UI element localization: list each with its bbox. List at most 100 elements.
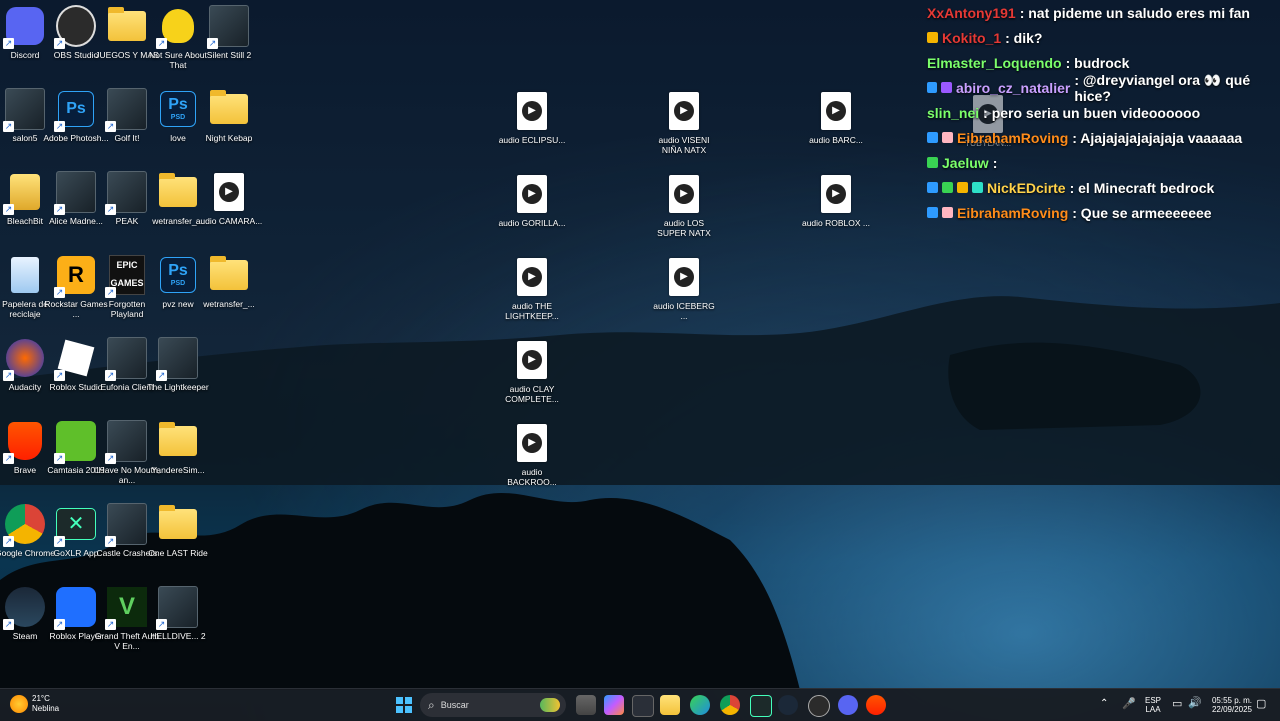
- chat-message: Kokito_1: dik?: [922, 25, 1280, 50]
- game-icon: ↗: [156, 586, 198, 630]
- audio-icon: ▶: [664, 91, 704, 131]
- region-code: LAA: [1145, 705, 1161, 714]
- clock[interactable]: 05:55 p. m. 22/09/2025: [1208, 696, 1252, 714]
- desktop-icon[interactable]: wetransfer_...: [193, 251, 265, 331]
- chat-badge-icon: [927, 82, 938, 93]
- chat-badge-icon: [927, 157, 938, 168]
- audio-file-label: audio ECLIPSU...: [498, 135, 566, 145]
- desktop-icon[interactable]: One LAST Ride: [142, 500, 214, 580]
- search-icon: ⌕: [428, 697, 435, 712]
- folder-icon: [107, 6, 147, 46]
- goxlr-icon: ✕ ↗: [54, 504, 96, 547]
- shortcut-arrow-icon: ↗: [3, 121, 14, 132]
- chat-badge-icon: [927, 32, 938, 43]
- store-icon[interactable]: [632, 695, 654, 717]
- recycle-bin-icon: [5, 255, 45, 295]
- shortcut-arrow-icon: ↗: [105, 619, 116, 630]
- shortcut-arrow-icon: ↗: [156, 370, 167, 381]
- start-button[interactable]: [396, 697, 412, 713]
- shortcut-arrow-icon: ↗: [3, 38, 14, 49]
- weather-temp: 21°C: [32, 694, 50, 703]
- audio-file-label: audio BARC...: [809, 135, 863, 145]
- desktop-icon-label: One LAST Ride: [148, 548, 208, 558]
- shortcut-arrow-icon: ↗: [105, 453, 116, 464]
- audio-icon: ▶: [512, 340, 552, 380]
- chat-message: XxAntony191: nat pideme un saludo eres m…: [922, 0, 1280, 25]
- chat-badge-icon: [927, 207, 938, 218]
- desktop-icon[interactable]: ↗ The Lightkeeper: [142, 334, 214, 414]
- chevron-up-icon[interactable]: ⌃: [1100, 698, 1108, 709]
- audio-file-icon[interactable]: ▶ audio BARC...: [800, 87, 872, 167]
- desktop-icon-label: The Lightkeeper: [147, 382, 209, 392]
- gta-icon: V ↗: [105, 587, 147, 630]
- desktop-icon[interactable]: YandereSim...: [142, 417, 214, 497]
- chat-badge-icon: [927, 182, 938, 193]
- file-explorer-icon[interactable]: [660, 695, 680, 715]
- weather-widget[interactable]: 21°C Neblina: [10, 694, 59, 714]
- network-icon[interactable]: ▭: [1172, 697, 1182, 710]
- notifications-icon[interactable]: ▢: [1256, 697, 1266, 710]
- chat-text: : @dreyviangel ora 👀 qué hice?: [1074, 71, 1251, 104]
- audio-file-icon[interactable]: ▶ audio BACKROO...: [496, 419, 568, 499]
- audio-file-icon[interactable]: ▶ audio VISENI NIÑA NATX: [648, 87, 720, 167]
- shortcut-arrow-icon: ↗: [3, 453, 14, 464]
- chat-message: NickEDcirte: el Minecraft bedrock: [922, 175, 1280, 200]
- steam-taskbar-icon[interactable]: [778, 695, 798, 715]
- audio-file-label: audio VISENI NIÑA NATX: [658, 135, 710, 156]
- desktop-icon[interactable]: ▶ audio CAMARA...: [193, 168, 265, 248]
- psd-icon: Ps PSD: [158, 89, 198, 129]
- discord-icon: ↗: [3, 6, 45, 49]
- desktop-icon[interactable]: ↗ Silent Still 2: [193, 2, 265, 82]
- audio-file-icon[interactable]: ▶ audio CLAY COMPLETE...: [496, 336, 568, 416]
- shortcut-arrow-icon: ↗: [3, 536, 14, 547]
- chat-message: abiro_cz_natalier: @dreyviangel ora 👀 qu…: [922, 72, 1280, 104]
- copilot-icon[interactable]: [604, 695, 624, 715]
- game-icon: ↗: [105, 171, 147, 215]
- shortcut-arrow-icon: ↗: [105, 536, 116, 547]
- audio-file-icon[interactable]: ▶ audio THE LIGHTKEEP...: [496, 253, 568, 333]
- shortcut-arrow-icon: ↗: [3, 619, 14, 630]
- chrome-taskbar-icon[interactable]: [720, 695, 740, 715]
- shortcut-arrow-icon: ↗: [105, 204, 116, 215]
- steam-icon: ↗: [3, 587, 45, 630]
- shortcut-arrow-icon: ↗: [54, 287, 65, 298]
- audio-file-label: audio GORILLA...: [498, 218, 566, 228]
- audio-file-icon[interactable]: ▶ audio GORILLA...: [496, 170, 568, 250]
- chat-badge-icon: [942, 132, 953, 143]
- game-icon: ↗: [3, 88, 45, 132]
- taskbar-search[interactable]: ⌕ Buscar: [420, 693, 566, 717]
- audio-file-label: audio THE LIGHTKEEP...: [505, 301, 559, 322]
- brave-icon: ↗: [3, 421, 45, 464]
- audio-file-label: audio ICEBERG ...: [653, 301, 715, 322]
- desktop-icon[interactable]: ↗ HELLDIVE... 2: [142, 583, 214, 663]
- audio-icon: ▶: [209, 172, 249, 212]
- roblox-icon: ↗: [54, 587, 96, 630]
- audio-file-icon[interactable]: ▶ audio ICEBERG ...: [648, 253, 720, 333]
- chat-badge-icon: [972, 182, 983, 193]
- task-view-icon[interactable]: [576, 695, 596, 715]
- edge-icon[interactable]: [690, 695, 710, 715]
- chat-text: : nat pideme un saludo eres mi fan: [1019, 4, 1250, 21]
- rockstar-icon: R ↗: [54, 255, 96, 298]
- audio-file-icon[interactable]: ▶ audio ECLIPSU...: [496, 87, 568, 167]
- brave-taskbar-icon[interactable]: [866, 695, 886, 715]
- microphone-icon[interactable]: 🎤: [1122, 697, 1136, 710]
- shortcut-arrow-icon: ↗: [54, 38, 65, 49]
- audio-file-label: audio LOS SUPER NATX: [657, 218, 711, 239]
- shortcut-arrow-icon: ↗: [54, 121, 65, 132]
- audio-file-icon[interactable]: ▶ audio LOS SUPER NATX: [648, 170, 720, 250]
- audio-file-icon[interactable]: ▶ audio ROBLOX ...: [800, 170, 872, 250]
- shortcut-arrow-icon: ↗: [54, 536, 65, 547]
- obs-taskbar-icon[interactable]: [808, 695, 830, 717]
- desktop-icon[interactable]: Night Kebap: [193, 85, 265, 165]
- chat-message: EibrahamRoving: Ajajajajajajajaja vaaaaa…: [922, 125, 1280, 150]
- discord-taskbar-icon[interactable]: [838, 695, 858, 715]
- language-indicator[interactable]: ESP LAA: [1145, 696, 1161, 714]
- audio-file-label: audio BACKROO...: [507, 467, 557, 488]
- goxlr-taskbar-icon[interactable]: [750, 695, 772, 717]
- duck-icon: ↗: [156, 6, 198, 49]
- volume-icon[interactable]: 🔊: [1188, 696, 1202, 709]
- psd-icon: Ps PSD: [158, 255, 198, 295]
- audio-icon: ▶: [512, 423, 552, 463]
- shortcut-arrow-icon: ↗: [54, 453, 65, 464]
